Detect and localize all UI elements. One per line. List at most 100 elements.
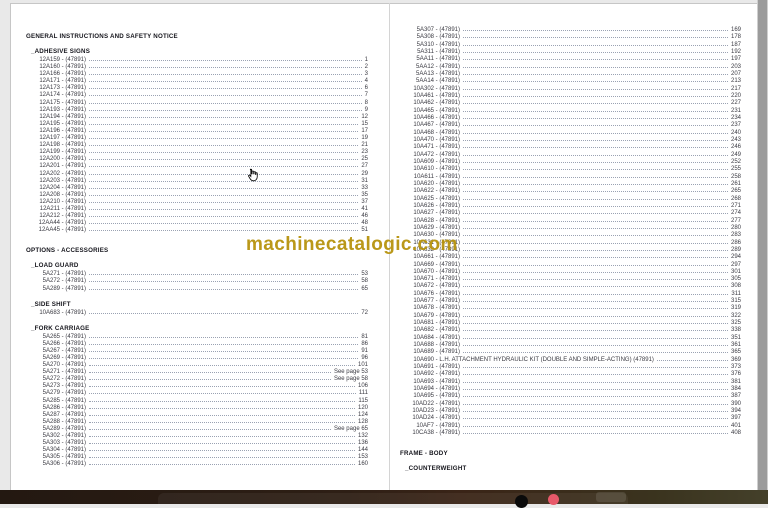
toc-entry[interactable]: 10A672 - (47891) 308	[400, 283, 741, 290]
toc-entry[interactable]: 5AA11 - (47891) 197	[400, 56, 741, 63]
toc-entry[interactable]: 10A470 - (47891) 243	[400, 137, 741, 144]
toc-entry[interactable]: 12A173 - (47891) 6	[26, 85, 368, 92]
toc-entry[interactable]: 5A311 - (47891) 192	[400, 49, 741, 56]
toc-entry[interactable]: 5A289 - (47891) 65	[26, 286, 368, 293]
toc-entry[interactable]: 5A269 - (47891) 96	[26, 355, 368, 362]
toc-entry[interactable]: 10A461 - (47891) 220	[400, 93, 741, 100]
toc-entry[interactable]: 10A678 - (47891) 319	[400, 305, 741, 312]
toc-entry[interactable]: 10A694 - (47891) 384	[400, 386, 741, 393]
toc-entry[interactable]: 12A166 - (47891) 3	[26, 71, 368, 78]
toc-entry[interactable]: 10A620 - (47891) 261	[400, 181, 741, 188]
toc-entry[interactable]: 12A203 - (47891) 31	[26, 178, 368, 185]
toc-entry[interactable]: 12A202 - (47891) 29	[26, 171, 368, 178]
toc-entry[interactable]: 10A468 - (47891) 240	[400, 130, 741, 137]
toc-entry[interactable]: 12A201 - (47891) 27	[26, 163, 368, 170]
toc-entry[interactable]: 5A287 - (47891) 124	[26, 412, 368, 419]
toc-entry[interactable]: 5A267 - (47891) 91	[26, 348, 368, 355]
dock-item[interactable]	[596, 492, 626, 502]
toc-entry[interactable]: 5A272 - (47891) 58	[26, 278, 368, 285]
toc-entry[interactable]: 5A289 - (47891) See page 65	[26, 426, 368, 433]
dock-app-icon-dark[interactable]	[515, 495, 528, 508]
dock-app-icon-red[interactable]	[548, 494, 559, 505]
toc-entry[interactable]: 10A684 - (47891) 351	[400, 335, 741, 342]
toc-entry[interactable]: 12A195 - (47891) 15	[26, 121, 368, 128]
toc-entry[interactable]: 10A629 - (47891) 280	[400, 225, 741, 232]
toc-entry[interactable]: 10A693 - (47891) 381	[400, 379, 741, 386]
toc-entry[interactable]: 10A467 - (47891) 237	[400, 122, 741, 129]
toc-entry[interactable]: 10A676 - (47891) 311	[400, 291, 741, 298]
toc-entry[interactable]: 12A175 - (47891) 8	[26, 100, 368, 107]
toc-entry[interactable]: 10A689 - (47891) 365	[400, 349, 741, 356]
toc-entry[interactable]: 12A208 - (47891) 35	[26, 192, 368, 199]
toc-entry[interactable]: 5A270 - (47891) 101	[26, 362, 368, 369]
toc-entry[interactable]: 5A285 - (47891) 115	[26, 398, 368, 405]
toc-entry[interactable]: 5A288 - (47891) 128	[26, 419, 368, 426]
toc-entry[interactable]: 12A159 - (47891) 1	[26, 57, 368, 64]
toc-entry[interactable]: 10A682 - (47891) 338	[400, 327, 741, 334]
toc-entry[interactable]: 12A199 - (47891) 23	[26, 149, 368, 156]
toc-entry[interactable]: 5AA14 - (47891) 213	[400, 78, 741, 85]
toc-entry[interactable]: 5A266 - (47891) 86	[26, 341, 368, 348]
toc-entry[interactable]: 5A265 - (47891) 81	[26, 334, 368, 341]
toc-entry[interactable]: 10A628 - (47891) 277	[400, 218, 741, 225]
toc-entry[interactable]: 10A692 - (47891) 376	[400, 371, 741, 378]
toc-entry[interactable]: 5A305 - (47891) 153	[26, 454, 368, 461]
toc-entry[interactable]: 10A671 - (47891) 305	[400, 276, 741, 283]
scrollbar-thumb[interactable]	[758, 0, 767, 490]
toc-entry[interactable]: 12A212 - (47891) 46	[26, 213, 368, 220]
toc-entry[interactable]: 5A307 - (47891) 169	[400, 27, 741, 34]
toc-entry[interactable]: 10A465 - (47891) 231	[400, 108, 741, 115]
toc-entry[interactable]: 10A472 - (47891) 249	[400, 152, 741, 159]
toc-entry[interactable]: 5A308 - (47891) 178	[400, 34, 741, 41]
toc-entry[interactable]: 12A196 - (47891) 17	[26, 128, 368, 135]
toc-entry[interactable]: 5A273 - (47891) 106	[26, 383, 368, 390]
toc-entry[interactable]: 12A204 - (47891) 33	[26, 185, 368, 192]
toc-entry[interactable]: 5A303 - (47891) 136	[26, 440, 368, 447]
toc-entry[interactable]: 5A286 - (47891) 120	[26, 405, 368, 412]
toc-entry[interactable]: 12A197 - (47891) 19	[26, 135, 368, 142]
toc-entry[interactable]: 10A302 - (47891) 217	[400, 86, 741, 93]
toc-entry[interactable]: 12A210 - (47891) 37	[26, 199, 368, 206]
toc-entry[interactable]: 12A198 - (47891) 21	[26, 142, 368, 149]
toc-entry[interactable]: 10A695 - (47891) 387	[400, 393, 741, 400]
toc-entry[interactable]: 10A690 - L.H. ATTACHMENT HYDRAULIC KIT (…	[400, 357, 741, 364]
toc-entry[interactable]: 10A471 - (47891) 246	[400, 144, 741, 151]
toc-entry[interactable]: 12AA44 - (47891) 48	[26, 220, 368, 227]
toc-entry[interactable]: 10A688 - (47891) 361	[400, 342, 741, 349]
toc-entry[interactable]: 10A609 - (47891) 252	[400, 159, 741, 166]
toc-entry[interactable]: 10A683 - (47891) 72	[26, 310, 368, 317]
toc-entry[interactable]: 5A272 - (47891) See page 58	[26, 376, 368, 383]
toc-entry[interactable]: 5A306 - (47891) 160	[26, 461, 368, 468]
toc-entry[interactable]: 5A271 - (47891) 53	[26, 271, 368, 278]
toc-entry[interactable]: 10A611 - (47891) 258	[400, 174, 741, 181]
toc-entry[interactable]: 5A304 - (47891) 144	[26, 447, 368, 454]
toc-entry[interactable]: 12A194 - (47891) 12	[26, 114, 368, 121]
toc-entry[interactable]: 10A627 - (47891) 274	[400, 210, 741, 217]
toc-entry[interactable]: 10A622 - (47891) 265	[400, 188, 741, 195]
toc-entry[interactable]: 10A681 - (47891) 325	[400, 320, 741, 327]
toc-entry[interactable]: 12A160 - (47891) 2	[26, 64, 368, 71]
toc-entry[interactable]: 10A679 - (47891) 322	[400, 313, 741, 320]
toc-entry[interactable]: 10A691 - (47891) 373	[400, 364, 741, 371]
toc-entry[interactable]: 10AF7 - (47891) 401	[400, 423, 741, 430]
toc-entry[interactable]: 5A302 - (47891) 132	[26, 433, 368, 440]
toc-entry[interactable]: 5A271 - (47891) See page 53	[26, 369, 368, 376]
toc-entry[interactable]: 10A626 - (47891) 271	[400, 203, 741, 210]
toc-entry[interactable]: 12A193 - (47891) 9	[26, 107, 368, 114]
toc-entry[interactable]: 10A670 - (47891) 301	[400, 269, 741, 276]
toc-entry[interactable]: 10AD23 - (47891) 394	[400, 408, 741, 415]
toc-entry[interactable]: 5A279 - (47891) 111	[26, 390, 368, 397]
toc-entry[interactable]: 10A466 - (47891) 234	[400, 115, 741, 122]
vertical-scrollbar[interactable]	[757, 0, 768, 490]
toc-entry[interactable]: 12A200 - (47891) 25	[26, 156, 368, 163]
toc-entry[interactable]: 12A211 - (47891) 41	[26, 206, 368, 213]
toc-entry[interactable]: 10AD22 - (47891) 390	[400, 401, 741, 408]
toc-entry[interactable]: 10A669 - (47891) 297	[400, 262, 741, 269]
toc-entry[interactable]: 10AD24 - (47891) 397	[400, 415, 741, 422]
toc-entry[interactable]: 10A625 - (47891) 268	[400, 196, 741, 203]
toc-entry[interactable]: 10A610 - (47891) 255	[400, 166, 741, 173]
toc-entry[interactable]: 10A677 - (47891) 315	[400, 298, 741, 305]
toc-entry[interactable]: 12A174 - (47891) 7	[26, 92, 368, 99]
toc-entry[interactable]: 10CA38 - (47891) 408	[400, 430, 741, 437]
toc-entry[interactable]: 5A310 - (47891) 187	[400, 42, 741, 49]
